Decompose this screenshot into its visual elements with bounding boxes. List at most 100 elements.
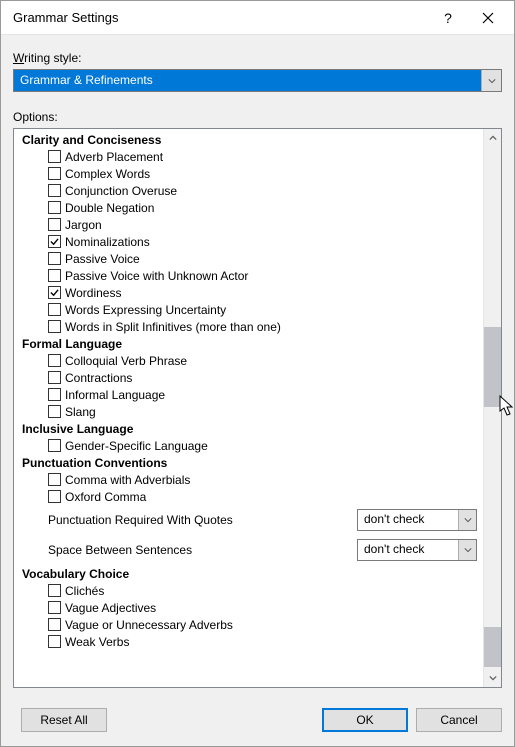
- checkbox[interactable]: [48, 235, 61, 248]
- checkbox-row[interactable]: Vague Adjectives: [16, 599, 483, 616]
- writing-style-value: Grammar & Refinements: [14, 70, 481, 91]
- checkbox-row[interactable]: Adverb Placement: [16, 148, 483, 165]
- checkbox-row[interactable]: Passive Voice: [16, 250, 483, 267]
- scroll-track[interactable]: [484, 147, 501, 669]
- checkbox-row[interactable]: Double Negation: [16, 199, 483, 216]
- group-header: Inclusive Language: [16, 420, 483, 437]
- group-header: Vocabulary Choice: [16, 565, 483, 582]
- checkbox-label: Words in Split Infinitives (more than on…: [65, 320, 281, 334]
- checkbox-label: Vague Adjectives: [65, 601, 156, 615]
- checkbox[interactable]: [48, 439, 61, 452]
- checkbox-label: Adverb Placement: [65, 150, 163, 164]
- group-header: Clarity and Conciseness: [16, 131, 483, 148]
- checkbox[interactable]: [48, 388, 61, 401]
- checkbox-row[interactable]: Passive Voice with Unknown Actor: [16, 267, 483, 284]
- checkbox-label: Nominalizations: [65, 235, 150, 249]
- checkbox-row[interactable]: Contractions: [16, 369, 483, 386]
- dropdown-select[interactable]: don't check: [357, 539, 477, 561]
- checkbox-row[interactable]: Nominalizations: [16, 233, 483, 250]
- checkbox[interactable]: [48, 167, 61, 180]
- checkbox-row[interactable]: Comma with Adverbials: [16, 471, 483, 488]
- writing-style-dropdown-button[interactable]: [481, 70, 501, 91]
- checkbox-row[interactable]: Wordiness: [16, 284, 483, 301]
- checkbox[interactable]: [48, 473, 61, 486]
- checkbox[interactable]: [48, 584, 61, 597]
- checkbox-label: Weak Verbs: [65, 635, 129, 649]
- checkbox-row[interactable]: Words Expressing Uncertainty: [16, 301, 483, 318]
- checkbox-label: Passive Voice: [65, 252, 140, 266]
- dialog-title: Grammar Settings: [13, 10, 428, 25]
- options-panel: Clarity and Conciseness Adverb Placement C…: [13, 128, 502, 688]
- writing-style-select[interactable]: Grammar & Refinements: [13, 69, 502, 92]
- dropdown-label: Punctuation Required With Quotes: [48, 513, 347, 527]
- checkbox-row[interactable]: Informal Language: [16, 386, 483, 403]
- scrollbar[interactable]: [483, 129, 501, 687]
- dropdown-button[interactable]: [458, 510, 476, 530]
- checkbox-label: Clichés: [65, 584, 104, 598]
- cancel-button[interactable]: Cancel: [416, 708, 502, 732]
- options-label: Options:: [13, 110, 502, 124]
- checkbox-label: Words Expressing Uncertainty: [65, 303, 226, 317]
- grammar-settings-dialog: Grammar Settings ? Writing style: Gramma…: [0, 0, 515, 747]
- checkbox-row[interactable]: Jargon: [16, 216, 483, 233]
- dialog-footer: Reset All OK Cancel: [1, 696, 514, 746]
- scroll-down-button[interactable]: [484, 669, 501, 687]
- checkbox-label: Conjunction Overuse: [65, 184, 177, 198]
- scroll-up-button[interactable]: [484, 129, 501, 147]
- checkbox[interactable]: [48, 405, 61, 418]
- checkbox[interactable]: [48, 218, 61, 231]
- group-header: Punctuation Conventions: [16, 454, 483, 471]
- checkbox-label: Informal Language: [65, 388, 165, 402]
- checkbox[interactable]: [48, 371, 61, 384]
- chevron-down-icon: [488, 77, 496, 85]
- checkbox-label: Comma with Adverbials: [65, 473, 190, 487]
- checkbox-label: Oxford Comma: [65, 490, 146, 504]
- checkbox[interactable]: [48, 618, 61, 631]
- dropdown-button[interactable]: [458, 540, 476, 560]
- checkbox[interactable]: [48, 252, 61, 265]
- dropdown-row: Space Between Sentences don't check: [16, 535, 483, 565]
- checkbox-label: Colloquial Verb Phrase: [65, 354, 187, 368]
- close-button[interactable]: [468, 3, 508, 33]
- checkbox-row[interactable]: Vague or Unnecessary Adverbs: [16, 616, 483, 633]
- checkbox-row[interactable]: Weak Verbs: [16, 633, 483, 650]
- checkbox[interactable]: [48, 150, 61, 163]
- dropdown-row: Punctuation Required With Quotes don't ch…: [16, 505, 483, 535]
- checkbox[interactable]: [48, 286, 61, 299]
- scroll-thumb[interactable]: [484, 327, 501, 407]
- checkbox-label: Double Negation: [65, 201, 154, 215]
- checkbox-label: Slang: [65, 405, 96, 419]
- dropdown-value: don't check: [358, 540, 458, 560]
- checkbox-row[interactable]: Clichés: [16, 582, 483, 599]
- checkbox[interactable]: [48, 601, 61, 614]
- dropdown-label: Space Between Sentences: [48, 543, 347, 557]
- checkbox-row[interactable]: Gender-Specific Language: [16, 437, 483, 454]
- ok-button[interactable]: OK: [322, 708, 408, 732]
- checkbox-label: Wordiness: [65, 286, 121, 300]
- options-list: Clarity and Conciseness Adverb Placement C…: [14, 129, 483, 687]
- checkbox-row[interactable]: Complex Words: [16, 165, 483, 182]
- checkbox[interactable]: [48, 635, 61, 648]
- checkbox[interactable]: [48, 269, 61, 282]
- checkbox[interactable]: [48, 320, 61, 333]
- checkbox-row[interactable]: Oxford Comma: [16, 488, 483, 505]
- checkbox-row[interactable]: Slang: [16, 403, 483, 420]
- dropdown-select[interactable]: don't check: [357, 509, 477, 531]
- checkbox[interactable]: [48, 201, 61, 214]
- checkbox-row[interactable]: Colloquial Verb Phrase: [16, 352, 483, 369]
- checkbox[interactable]: [48, 490, 61, 503]
- checkbox[interactable]: [48, 303, 61, 316]
- checkbox[interactable]: [48, 354, 61, 367]
- checkbox[interactable]: [48, 184, 61, 197]
- checkbox-label: Jargon: [65, 218, 102, 232]
- checkbox-row[interactable]: Conjunction Overuse: [16, 182, 483, 199]
- checkbox-label: Passive Voice with Unknown Actor: [65, 269, 248, 283]
- titlebar: Grammar Settings ?: [1, 1, 514, 35]
- group-header: Formal Language: [16, 335, 483, 352]
- reset-all-button[interactable]: Reset All: [21, 708, 107, 732]
- dropdown-value: don't check: [358, 510, 458, 530]
- checkbox-label: Complex Words: [65, 167, 150, 181]
- help-button[interactable]: ?: [428, 3, 468, 33]
- checkbox-row[interactable]: Words in Split Infinitives (more than on…: [16, 318, 483, 335]
- scroll-thumb[interactable]: [484, 627, 501, 667]
